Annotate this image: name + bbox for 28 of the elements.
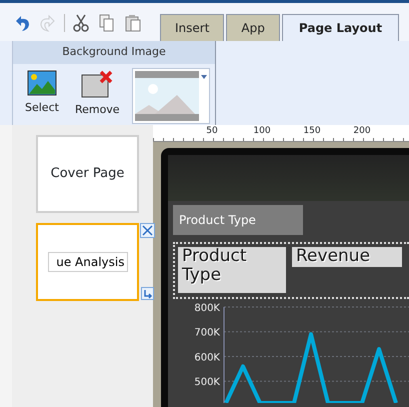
ribbon-tab[interactable]: App <box>226 14 280 41</box>
ruler-label: 150 <box>302 125 322 138</box>
ribbon-tab[interactable]: Page Layout <box>282 14 400 41</box>
cut-button[interactable] <box>71 13 91 33</box>
axis-label: 500K <box>194 377 220 388</box>
title-field[interactable]: ue Analysis <box>48 252 128 272</box>
slide-thumbnail[interactable]: ue Analysis <box>36 223 139 301</box>
column-header: Product Type <box>178 247 286 293</box>
close-icon[interactable] <box>140 223 155 238</box>
axis-label: 700K <box>194 328 220 339</box>
remove-image-icon <box>81 70 114 98</box>
remove-button[interactable]: Remove <box>70 68 124 120</box>
paste-button[interactable] <box>123 13 143 33</box>
ruler-label: 200 <box>352 125 372 138</box>
resize-icon[interactable] <box>141 287 154 300</box>
ribbon-tab[interactable]: Insert <box>160 14 224 41</box>
filter-label: Product Type <box>173 205 303 235</box>
landscape-icon <box>26 70 57 96</box>
column-header: Revenue <box>292 247 402 267</box>
axis-label: 600K <box>194 352 220 364</box>
ruler-label: 50 <box>205 125 219 138</box>
select-button[interactable]: Select <box>21 68 63 118</box>
group-title: Background Image <box>13 41 215 64</box>
slide-thumbnail[interactable]: Cover Page <box>36 135 139 213</box>
ruler-label: 100 <box>252 125 272 138</box>
background-picker[interactable] <box>132 68 210 124</box>
axis-label: 800K <box>194 303 220 314</box>
dropdown-icon[interactable] <box>200 74 207 78</box>
